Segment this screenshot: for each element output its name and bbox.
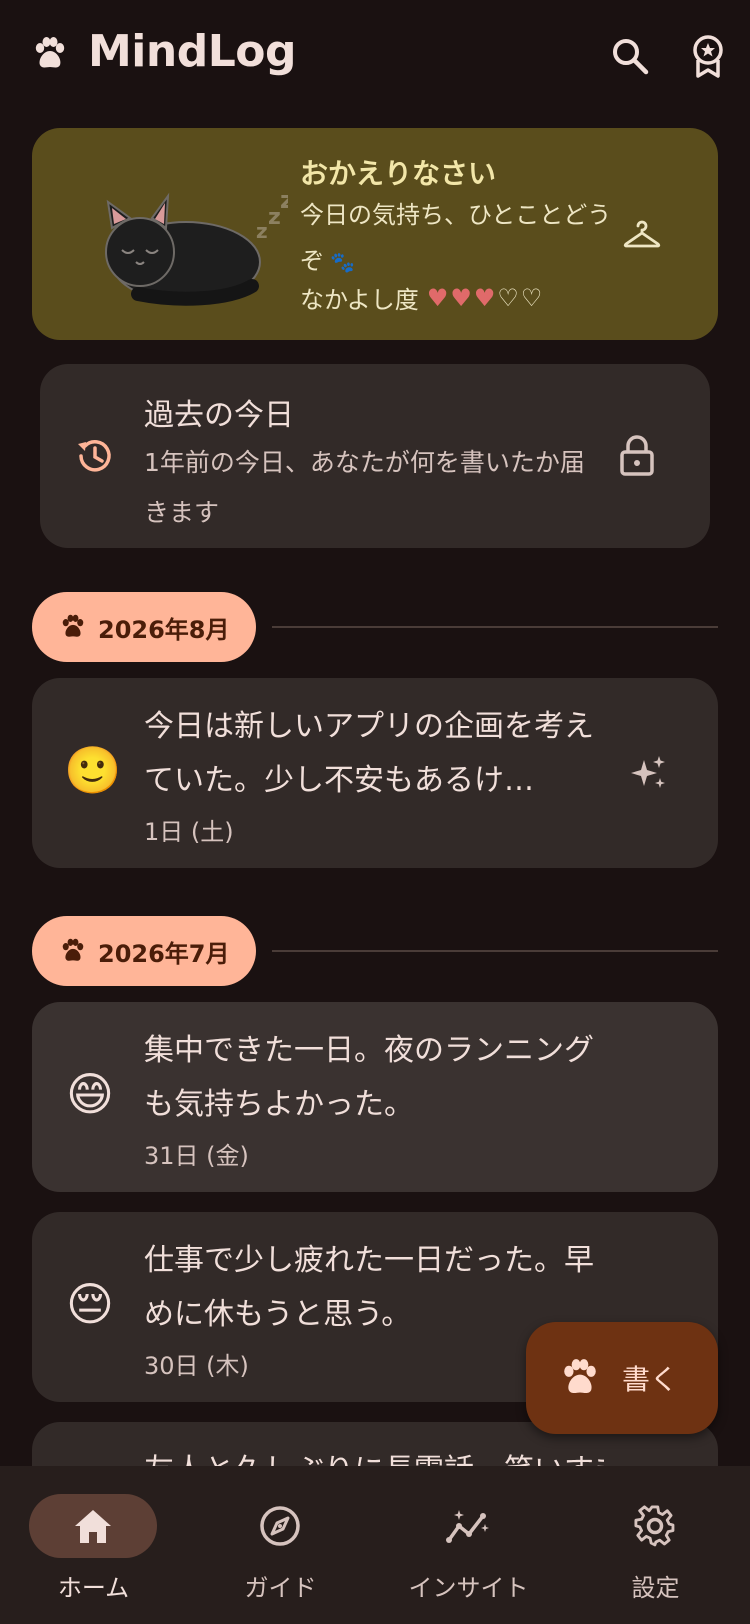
- write-entry-button[interactable]: 書く: [526, 1322, 718, 1434]
- rewards-button[interactable]: [686, 34, 730, 78]
- entry-text: 集中できた一日。夜のランニングも気持ちよかった。: [144, 1033, 594, 1122]
- paw-icon: [62, 614, 84, 637]
- svg-text:z: z: [268, 205, 281, 230]
- compass-icon: [260, 1506, 300, 1546]
- mood-emoji-icon: 🙂: [64, 743, 122, 797]
- lock-icon: [620, 435, 654, 476]
- svg-text:z: z: [256, 219, 268, 243]
- search-button[interactable]: [608, 34, 652, 78]
- nav-label: ガイド: [244, 1574, 317, 1602]
- month-pill[interactable]: 2026年8月: [32, 592, 256, 662]
- heart-outline-icon: ♡: [520, 283, 543, 312]
- nav-item-guide[interactable]: ガイド: [187, 1466, 374, 1624]
- heart-filled-icon: ♥: [473, 283, 496, 312]
- entry-date: 30日 (木): [144, 1352, 249, 1380]
- nav-item-insights[interactable]: インサイト: [375, 1466, 562, 1624]
- app-title: MindLog: [88, 26, 296, 77]
- nav-item-home[interactable]: ホーム: [0, 1466, 187, 1624]
- mood-emoji-icon: 😔: [66, 1277, 114, 1331]
- nav-label: インサイト: [408, 1574, 529, 1602]
- award-badge-icon: [693, 35, 723, 78]
- entry-text: 仕事で少し疲れた一日だった。早めに休もうと思う。: [144, 1243, 594, 1332]
- search-icon: [613, 39, 649, 75]
- nav-item-settings[interactable]: 設定: [562, 1466, 749, 1624]
- divider: [272, 950, 718, 952]
- svg-text:z: z: [280, 186, 288, 214]
- heart-filled-icon: ♥: [450, 283, 472, 312]
- heart-filled-icon: ♥: [426, 283, 449, 312]
- write-label: 書く: [622, 1363, 679, 1396]
- divider: [272, 626, 718, 628]
- paw-emoji-icon: 🐾: [330, 250, 355, 274]
- paw-logo-icon: [35, 37, 65, 68]
- gear-icon: [634, 1505, 675, 1547]
- friendship-hearts: ♥ ♥ ♥ ♡ ♡: [427, 284, 543, 312]
- month-pill[interactable]: 2026年7月: [32, 916, 256, 986]
- sleeping-cat-illustration: z z z: [105, 186, 288, 306]
- mood-emoji-icon: 😄: [66, 1067, 114, 1121]
- home-screen: MindLog z z z おかえりなさい 今日の気持ち、ひとことどうぞ 🐾 な…: [0, 0, 750, 1624]
- welcome-card[interactable]: z z z おかえりなさい 今日の気持ち、ひとことどうぞ 🐾 なかよし度 ♥ ♥ …: [32, 128, 718, 340]
- friendship-meter: なかよし度 ♥ ♥ ♥ ♡ ♡: [300, 280, 542, 315]
- app-bar: MindLog: [0, 0, 750, 112]
- nav-label: 設定: [631, 1574, 680, 1602]
- nav-active-indicator: [29, 1494, 157, 1558]
- entry-date: 31日 (金): [144, 1142, 249, 1170]
- entry-date: 1日 (土): [144, 818, 234, 846]
- entry-text: 今日は新しいアプリの企画を考えていた。少し不安もあるけ…: [144, 709, 594, 798]
- insights-icon: [446, 1510, 489, 1543]
- past-today-title: 過去の今日: [144, 398, 294, 433]
- nav-icon-wrap: [591, 1494, 719, 1558]
- hanger-icon: [623, 220, 661, 248]
- home-icon: [75, 1510, 111, 1543]
- journal-entry-card[interactable]: 😄 集中できた一日。夜のランニングも気持ちよかった。 31日 (金): [32, 1002, 718, 1192]
- paw-icon: [62, 938, 84, 961]
- past-today-description: 1年前の今日、あなたが何を書いたか届きます: [144, 448, 585, 527]
- month-label: 2026年8月: [98, 615, 230, 644]
- month-header: 2026年7月: [32, 916, 718, 986]
- month-label: 2026年7月: [98, 939, 230, 968]
- journal-entry-card[interactable]: 🙂 今日は新しいアプリの企画を考えていた。少し不安もあるけ… 1日 (土): [32, 678, 718, 868]
- history-icon: [78, 440, 111, 472]
- nav-icon-wrap: [404, 1494, 532, 1558]
- nav-icon-wrap: [216, 1494, 344, 1558]
- past-today-card[interactable]: 過去の今日 1年前の今日、あなたが何を書いたか届きます: [40, 364, 710, 548]
- sparkle-icon[interactable]: [630, 754, 668, 792]
- wardrobe-button[interactable]: [618, 210, 666, 258]
- welcome-message: 今日の気持ち、ひとことどうぞ 🐾: [300, 192, 630, 285]
- paw-icon: [564, 1359, 596, 1393]
- heart-outline-icon: ♡: [497, 283, 519, 312]
- month-header: 2026年8月: [32, 592, 718, 662]
- friendship-label: なかよし度: [300, 286, 419, 314]
- welcome-title: おかえりなさい: [300, 157, 497, 190]
- nav-label: ホーム: [57, 1574, 130, 1602]
- bottom-navigation: ホーム ガイド インサイト 設定: [0, 1466, 750, 1624]
